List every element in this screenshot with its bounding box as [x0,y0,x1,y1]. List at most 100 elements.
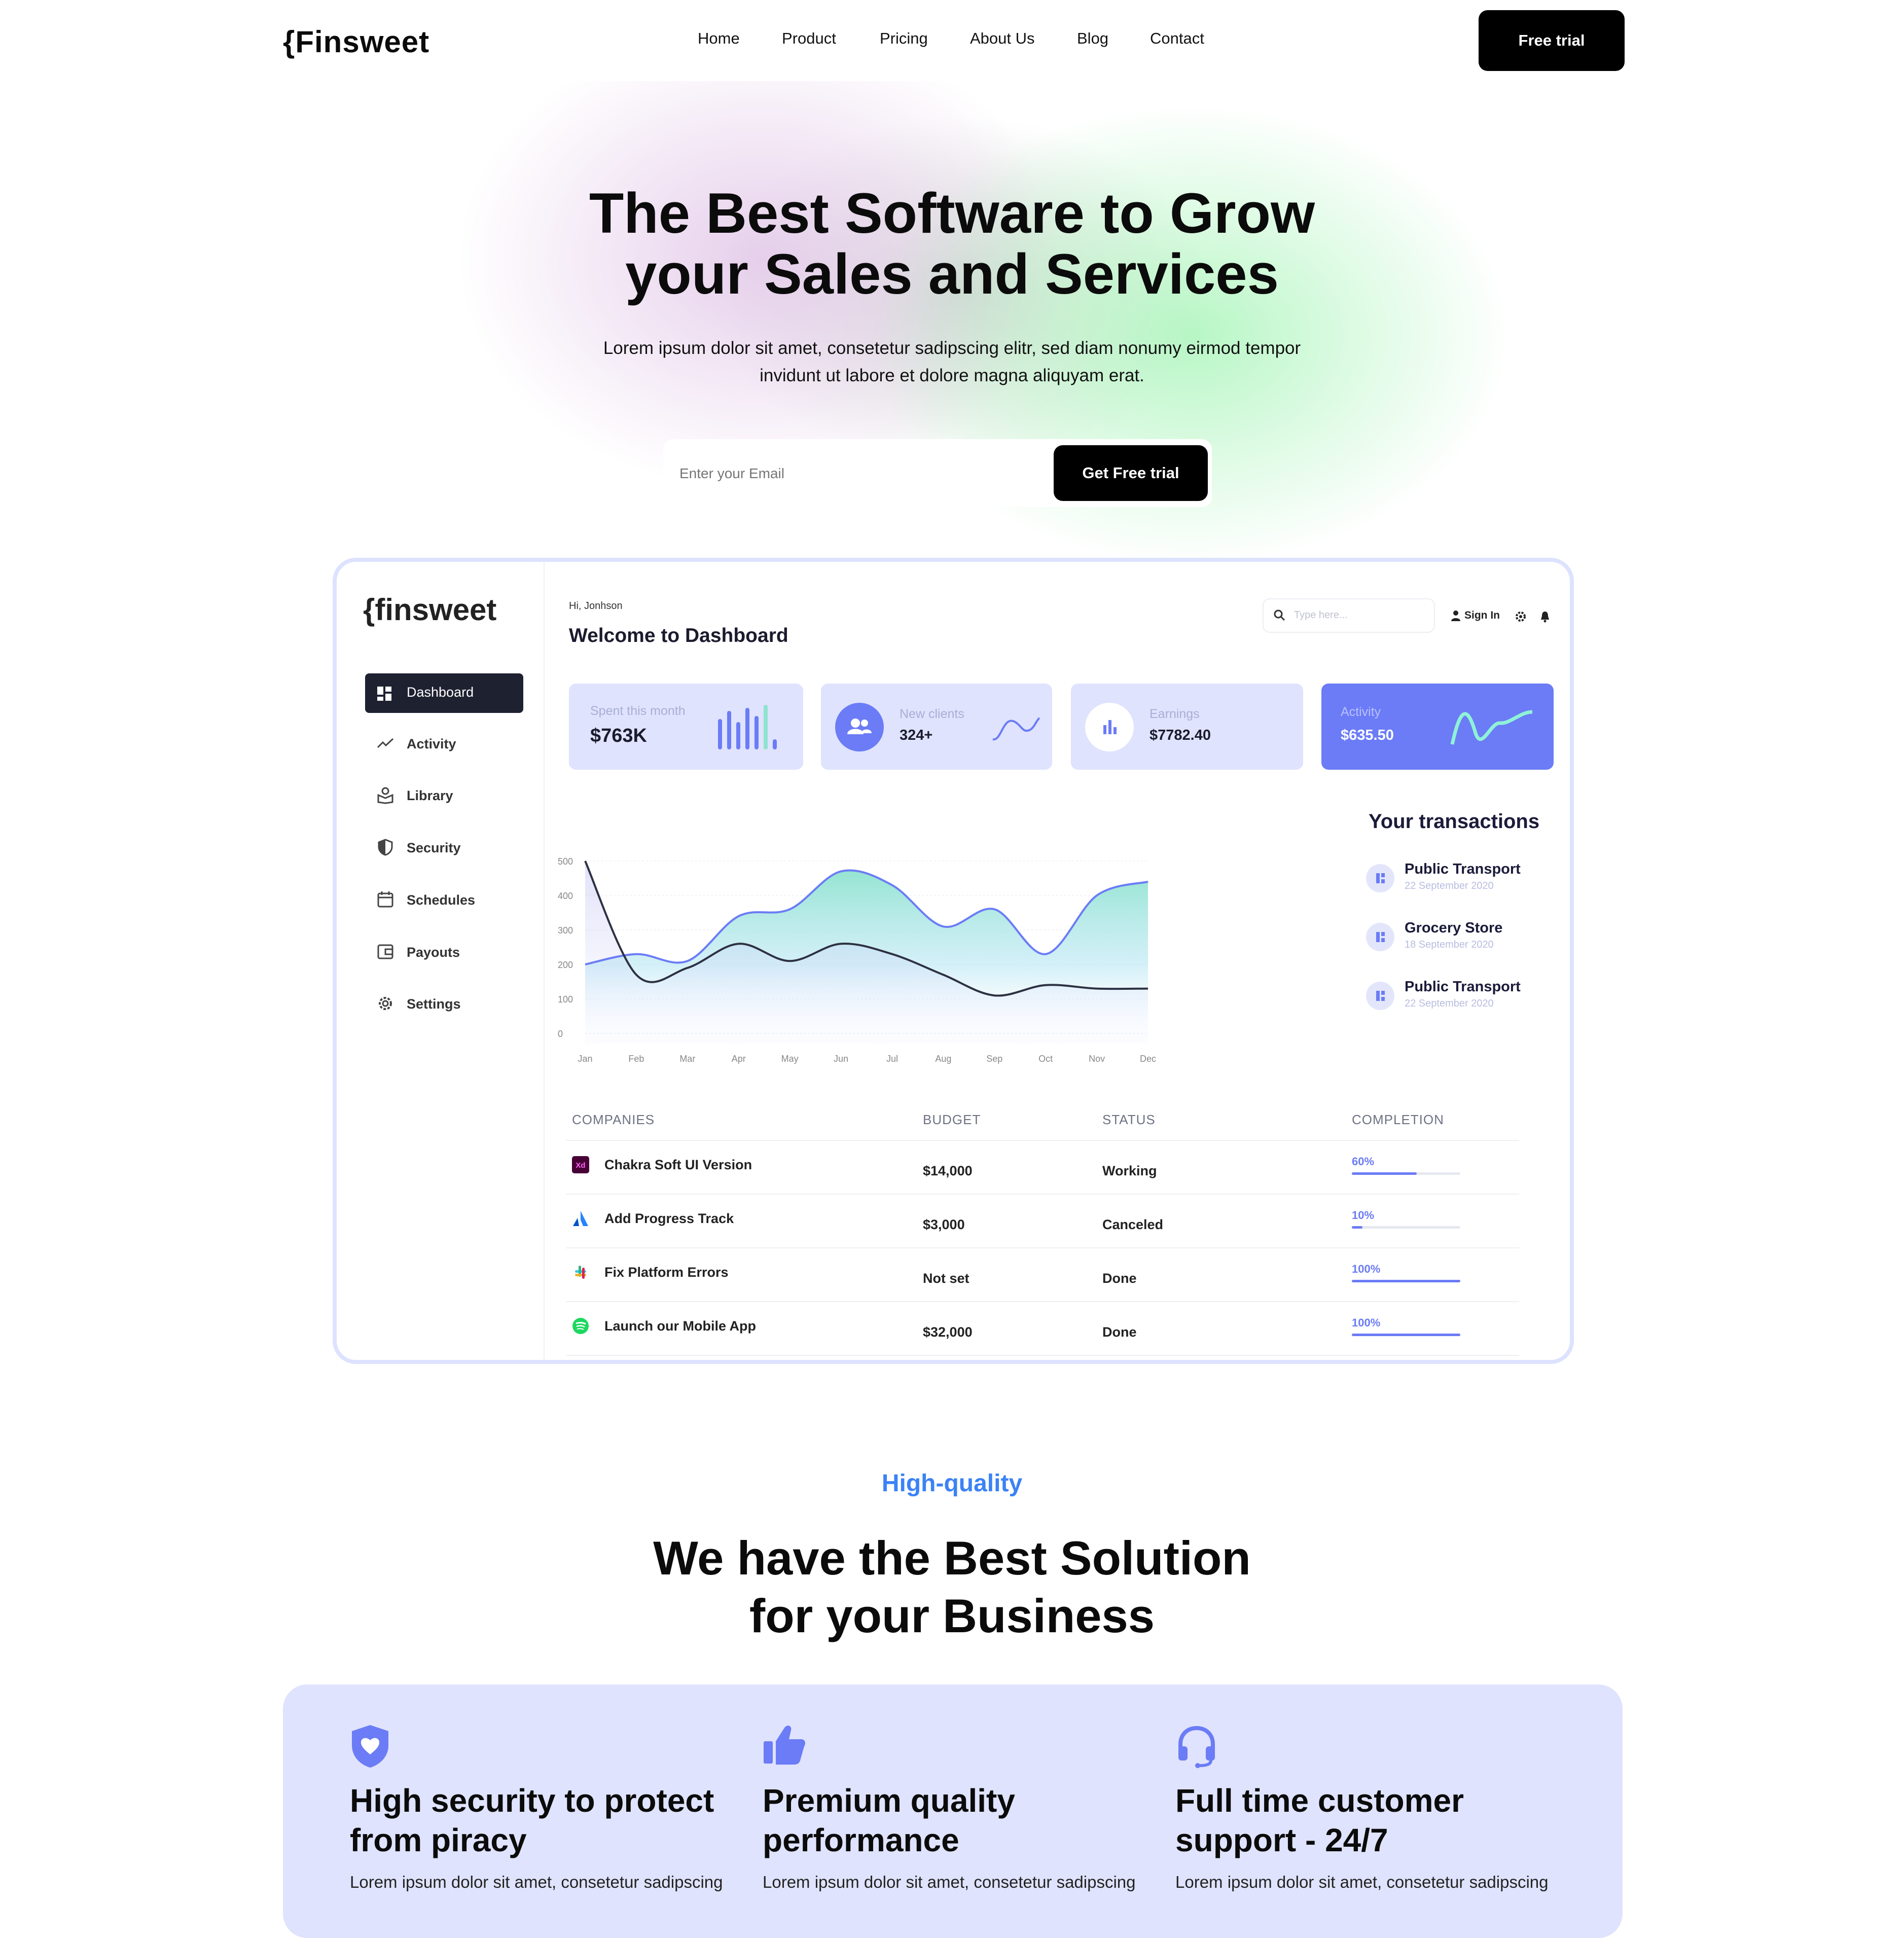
status-value: Done [1102,1324,1137,1340]
sidebar-item-payouts[interactable]: Payouts [365,938,523,968]
sidebar-item-label: Settings [407,996,461,1012]
table-header-companies: COMPANIES [572,1112,655,1127]
x-tick-label: Apr [732,1054,746,1064]
completion-label: 10% [1352,1209,1375,1222]
status-value: Working [1102,1163,1157,1178]
transaction-date: 22 September 2020 [1405,880,1494,891]
progress-fill [1352,1226,1363,1229]
stat-value: 324+ [900,727,933,743]
y-tick-label: 0 [558,1029,563,1039]
shield-heart-icon [352,1725,388,1768]
activity-wave-icon [1450,710,1533,745]
stat-label: Earnings [1149,707,1200,721]
company-name: Fix Platform Errors [604,1265,729,1280]
sidebar-item-dashboard[interactable]: Dashboard [365,673,523,713]
nav-about[interactable]: About Us [970,29,1035,48]
sign-in-label: Sign In [1464,609,1500,621]
dashboard-search[interactable]: Type here... [1263,598,1435,633]
dashboard-title: Welcome to Dashboard [569,625,788,647]
get-free-trial-button[interactable]: Get Free trial [1054,445,1208,501]
transaction-title: Public Transport [1405,979,1521,995]
feature-text: Lorem ipsum dolor sit amet, consetetur s… [350,1873,723,1891]
nav-home[interactable]: Home [698,29,740,48]
transaction-date: 22 September 2020 [1405,998,1494,1009]
transaction-icon [1366,864,1394,892]
y-tick-label: 300 [558,925,573,936]
progress-track [1352,1226,1460,1229]
x-tick-label: May [781,1054,799,1064]
nav-blog[interactable]: Blog [1077,29,1108,48]
transactions-title: Your transactions [1369,810,1540,833]
settings-gear-icon[interactable] [1515,611,1527,623]
slack-logo-icon [575,1266,586,1279]
spotify-logo-icon [572,1318,589,1334]
table-header-budget: BUDGET [923,1112,981,1127]
sidebar-item-schedules[interactable]: Schedules [365,885,523,916]
section-eyebrow: High-quality [881,1470,1023,1497]
sidebar-item-settings[interactable]: Settings [365,989,523,1020]
svg-text:Xd: Xd [576,1161,585,1170]
sidebar-item-library[interactable]: Library [365,781,523,811]
nav-product[interactable]: Product [782,29,836,48]
transaction-icon [1366,923,1394,951]
atlassian-logo-icon [573,1211,588,1226]
bell-icon[interactable] [1539,611,1551,623]
feature-title: Premium quality [763,1782,1015,1819]
transaction-item[interactable]: Public Transport 22 September 2020 [1366,861,1549,896]
stat-card-new-clients[interactable]: New clients 324+ [821,684,1052,770]
feature-text: Lorem ipsum dolor sit amet, consetetur s… [763,1873,1136,1891]
table-header-status: STATUS [1102,1112,1156,1127]
y-tick-label: 200 [558,960,573,970]
email-input[interactable] [678,454,1035,493]
email-form: Get Free trial [663,439,1212,507]
section-title-line-2: for your Business [749,1589,1155,1642]
users-icon [835,703,884,751]
progress-fill [1352,1172,1417,1175]
trend-icon [377,738,394,748]
dashboard-logo: {finsweet [363,593,497,627]
x-tick-label: Jan [578,1054,592,1064]
stat-label: Spent this month [590,704,686,718]
shield-icon [378,839,393,856]
company-name: Launch our Mobile App [604,1318,756,1334]
stat-card-spent[interactable]: Spent this month $763K [569,684,803,770]
stat-value: $635.50 [1341,727,1394,743]
table-divider [566,1247,1519,1248]
stat-card-earnings[interactable]: Earnings $7782.40 [1071,684,1303,770]
x-tick-label: Jun [834,1054,848,1064]
feature-title: performance [763,1822,959,1858]
free-trial-button[interactable]: Free trial [1479,10,1625,71]
y-tick-label: 400 [558,891,573,901]
sidebar-item-label: Library [407,788,453,803]
sidebar-item-label: Security [407,840,461,855]
transaction-icon [1366,982,1394,1010]
hero-subtitle-line-1: Lorem ipsum dolor sit amet, consetetur s… [603,338,1301,358]
sidebar-item-label: Schedules [407,892,476,908]
feature-title: support - 24/7 [1175,1822,1388,1858]
transaction-item[interactable]: Public Transport 22 September 2020 [1366,979,1549,1014]
table-divider [566,1355,1519,1356]
progress-fill [1352,1334,1460,1336]
budget-value: $32,000 [923,1324,973,1340]
calendar-icon [377,891,393,908]
search-icon [1274,609,1285,621]
search-placeholder: Type here... [1294,609,1348,621]
nav-contact[interactable]: Contact [1150,29,1204,48]
table-divider [566,1301,1519,1302]
x-tick-label: Feb [628,1054,644,1064]
headset-icon [1178,1726,1215,1768]
progress-track [1352,1280,1460,1282]
sidebar-item-activity[interactable]: Activity [365,729,523,760]
logo[interactable]: {Finsweet [283,24,429,59]
sidebar-item-label: Dashboard [407,685,474,700]
hero-subtitle-line-2: invidunt ut labore et dolore magna aliqu… [760,366,1144,385]
sidebar-item-label: Payouts [407,945,460,960]
budget-value: $3,000 [923,1217,965,1232]
nav-pricing[interactable]: Pricing [880,29,928,48]
sidebar-item-security[interactable]: Security [365,833,523,864]
stat-card-activity[interactable]: Activity $635.50 [1321,684,1554,770]
transaction-item[interactable]: Grocery Store 18 September 2020 [1366,920,1549,955]
company-name: Add Progress Track [604,1211,734,1226]
thumbs-up-icon [764,1726,805,1765]
library-icon [377,787,393,804]
